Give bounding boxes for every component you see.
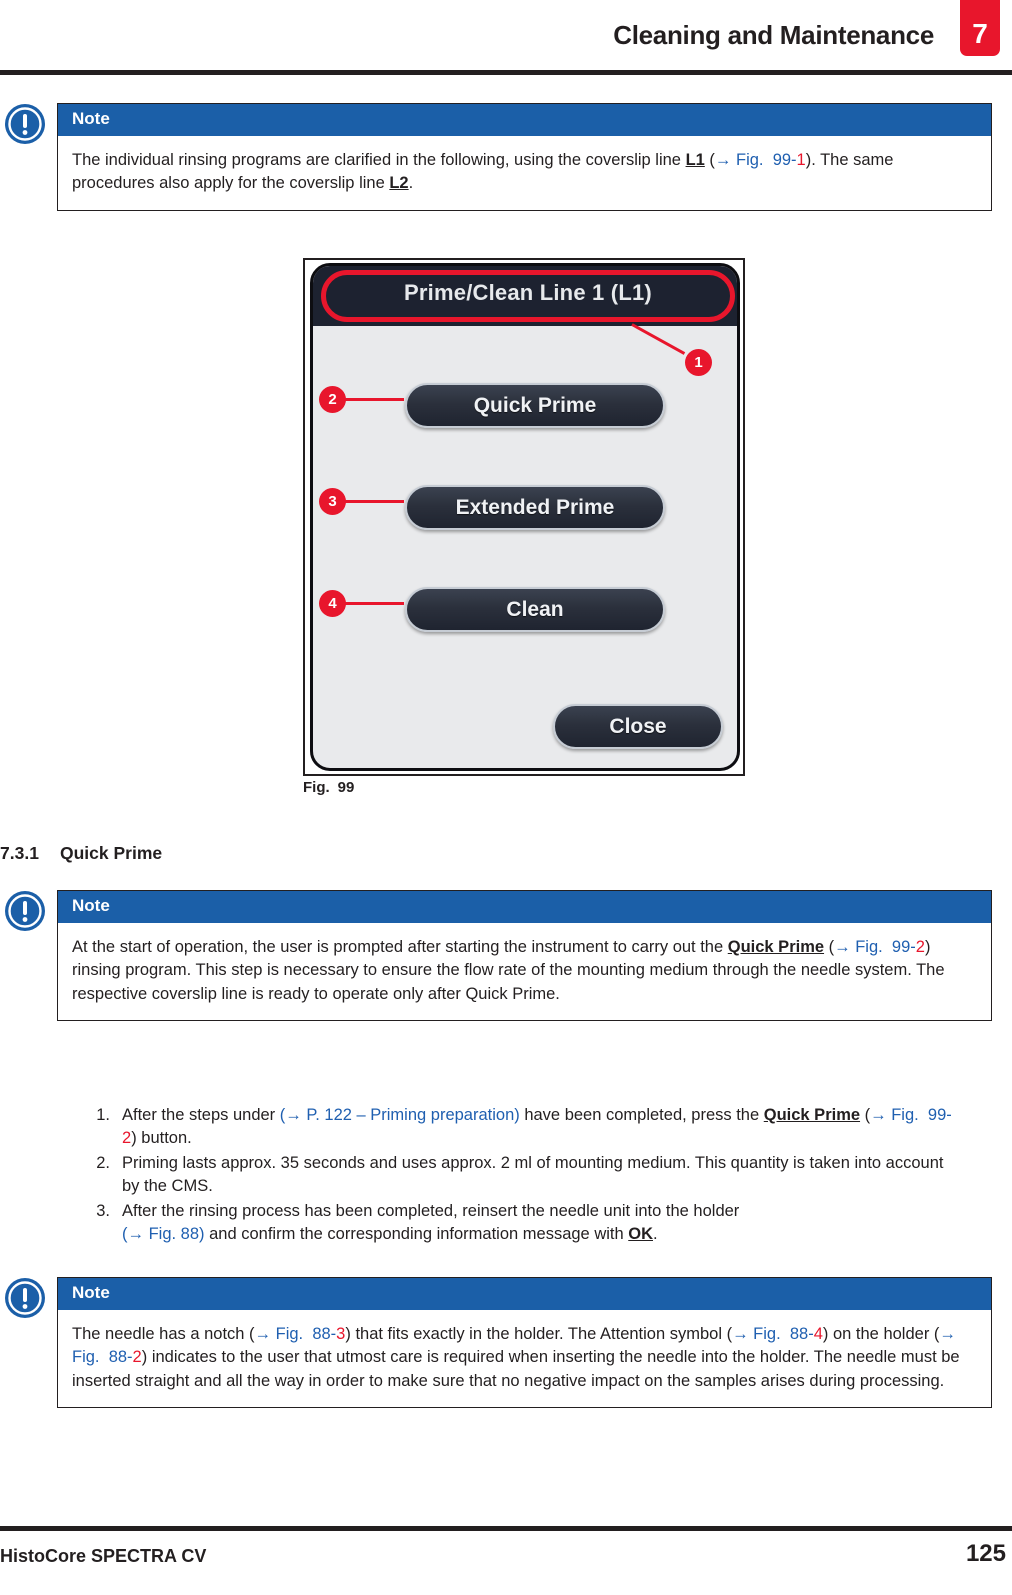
note2-xref-num: 2	[915, 937, 925, 956]
list-item-number: 1.	[96, 1106, 110, 1124]
chapter-number-badge: 7	[960, 0, 1000, 56]
note3-xref1-fig: 88-	[312, 1324, 337, 1343]
note-info-icon	[5, 1278, 45, 1318]
note-body-2: At the start of operation, the user is p…	[58, 923, 991, 1020]
note2-text-2: (	[824, 937, 835, 956]
page-title: Cleaning and Maintenance	[613, 20, 934, 50]
header-divider	[0, 70, 1012, 75]
note-block-3: Note The needle has a notch (→ Fig. 88-3…	[57, 1277, 992, 1408]
note1-text-4: .	[408, 174, 414, 193]
note3-text-4: ) indicates to the user that utmost care…	[72, 1348, 960, 1390]
note1-text-1: The individual rinsing programs are clar…	[72, 150, 686, 169]
note-block-2: Note At the start of operation, the user…	[57, 890, 992, 1021]
note-body-3: The needle has a notch (→ Fig. 88-3) tha…	[58, 1310, 991, 1407]
prime-clean-dialog: Prime/Clean Line 1 (L1) Quick Prime Exte…	[310, 263, 740, 771]
note3-xref1-arrow: → Fig.	[254, 1324, 304, 1343]
figure-caption-number: 99	[337, 779, 355, 796]
note3-xref3-fig: 88-	[108, 1348, 133, 1367]
step1-xref-priming: (→ P. 122 – Priming preparation)	[279, 1106, 520, 1124]
list-item: 2. Priming lasts approx. 35 seconds and u…	[84, 1152, 964, 1199]
note1-text-2: (	[704, 150, 715, 169]
procedure-list: 1. After the steps under (→ P. 122 – Prim…	[84, 1104, 964, 1248]
figure-caption: Fig. 99	[303, 779, 354, 796]
step3-text-1: After the rinsing process has been compl…	[122, 1201, 740, 1220]
leader-line-3	[342, 500, 404, 503]
note-info-icon	[5, 104, 45, 144]
note2-xref-fig: 99-	[891, 937, 916, 956]
step3-text-3: .	[653, 1225, 658, 1244]
note-body-1: The individual rinsing programs are clar…	[58, 136, 991, 210]
note1-bold-l1: L1	[685, 150, 705, 169]
leader-line-4	[342, 602, 404, 605]
step1-xref-num: 2	[122, 1129, 132, 1148]
note3-xref2-num: 4	[813, 1324, 823, 1343]
figure-caption-label: Fig.	[303, 779, 330, 796]
note3-text-2: ) that fits exactly in the holder. The A…	[345, 1324, 733, 1343]
list-item: 3. After the rinsing process has been com…	[84, 1200, 964, 1247]
section-title: Quick Prime	[60, 843, 163, 863]
note2-text-1: At the start of operation, the user is p…	[72, 937, 728, 956]
step1-text-4: ) button.	[131, 1129, 192, 1148]
step3-text-2: and confirm the corresponding informatio…	[204, 1225, 629, 1244]
step1-xref-arrow: → Fig.	[870, 1106, 919, 1124]
step1-text-1: After the steps under	[122, 1106, 280, 1124]
note3-text-3: ) on the holder (	[822, 1324, 940, 1343]
callout-4: 4	[319, 590, 346, 617]
list-item: 1. After the steps under (→ P. 122 – Prim…	[84, 1104, 964, 1151]
step1-bold-quick-prime: Quick Prime	[763, 1106, 861, 1124]
note-info-icon	[5, 891, 45, 931]
leader-line-2	[342, 398, 404, 401]
quick-prime-button[interactable]: Quick Prime	[405, 383, 665, 428]
note3-xref3-num: 2	[132, 1348, 142, 1367]
callout-1: 1	[685, 349, 712, 376]
list-item-number: 2.	[96, 1153, 110, 1172]
page-header: Cleaning and Maintenance 7	[0, 0, 1012, 76]
figure-frame: 1 2 3 4 Prime/Clean Line 1 (L1) Quick Pr…	[303, 258, 745, 776]
note-header-label: Note	[58, 891, 991, 923]
note1-xref-arrow: → Fig.	[714, 150, 764, 169]
close-button[interactable]: Close	[553, 704, 723, 749]
step1-text-3: (	[860, 1106, 871, 1124]
note1-bold-l2: L2	[389, 174, 409, 193]
note3-xref2-fig: 88-	[789, 1324, 814, 1343]
callout-2: 2	[319, 386, 346, 413]
note1-xref-fig: 99-	[772, 150, 797, 169]
note-block-1: Note The individual rinsing programs are…	[57, 103, 992, 211]
footer-product-name: HistoCore SPECTRA CV	[0, 1546, 207, 1566]
footer-divider	[0, 1526, 1012, 1531]
clean-button[interactable]: Clean	[405, 587, 665, 632]
note-header-label: Note	[58, 1278, 991, 1310]
section-number: 7.3.1	[0, 843, 39, 863]
note-header-label: Note	[58, 104, 991, 136]
note1-xref-num: 1	[796, 150, 806, 169]
note3-xref1-num: 3	[336, 1324, 346, 1343]
note3-text-1: The needle has a notch (	[72, 1324, 255, 1343]
note2-xref-arrow: → Fig.	[834, 937, 883, 956]
dialog-title: Prime/Clean Line 1 (L1)	[404, 280, 652, 305]
figure-99: 1 2 3 4 Prime/Clean Line 1 (L1) Quick Pr…	[303, 258, 745, 776]
step1-xref-fig: 99-	[927, 1106, 952, 1124]
note2-bold-quick-prime: Quick Prime	[727, 937, 825, 956]
list-item-number: 3.	[96, 1201, 110, 1220]
section-heading: 7.3.1 Quick Prime	[0, 843, 1012, 864]
callout-3: 3	[319, 488, 346, 515]
footer-page-number: 125	[965, 1540, 1006, 1567]
note3-xref2-arrow: → Fig.	[732, 1324, 781, 1343]
step3-bold-ok: OK	[628, 1225, 653, 1244]
step1-text-2: have been completed, press the	[519, 1106, 764, 1124]
extended-prime-button[interactable]: Extended Prime	[405, 485, 665, 530]
step2-text: Priming lasts approx. 35 seconds and use…	[122, 1153, 944, 1196]
step3-xref-fig88: (→ Fig. 88)	[122, 1225, 205, 1244]
